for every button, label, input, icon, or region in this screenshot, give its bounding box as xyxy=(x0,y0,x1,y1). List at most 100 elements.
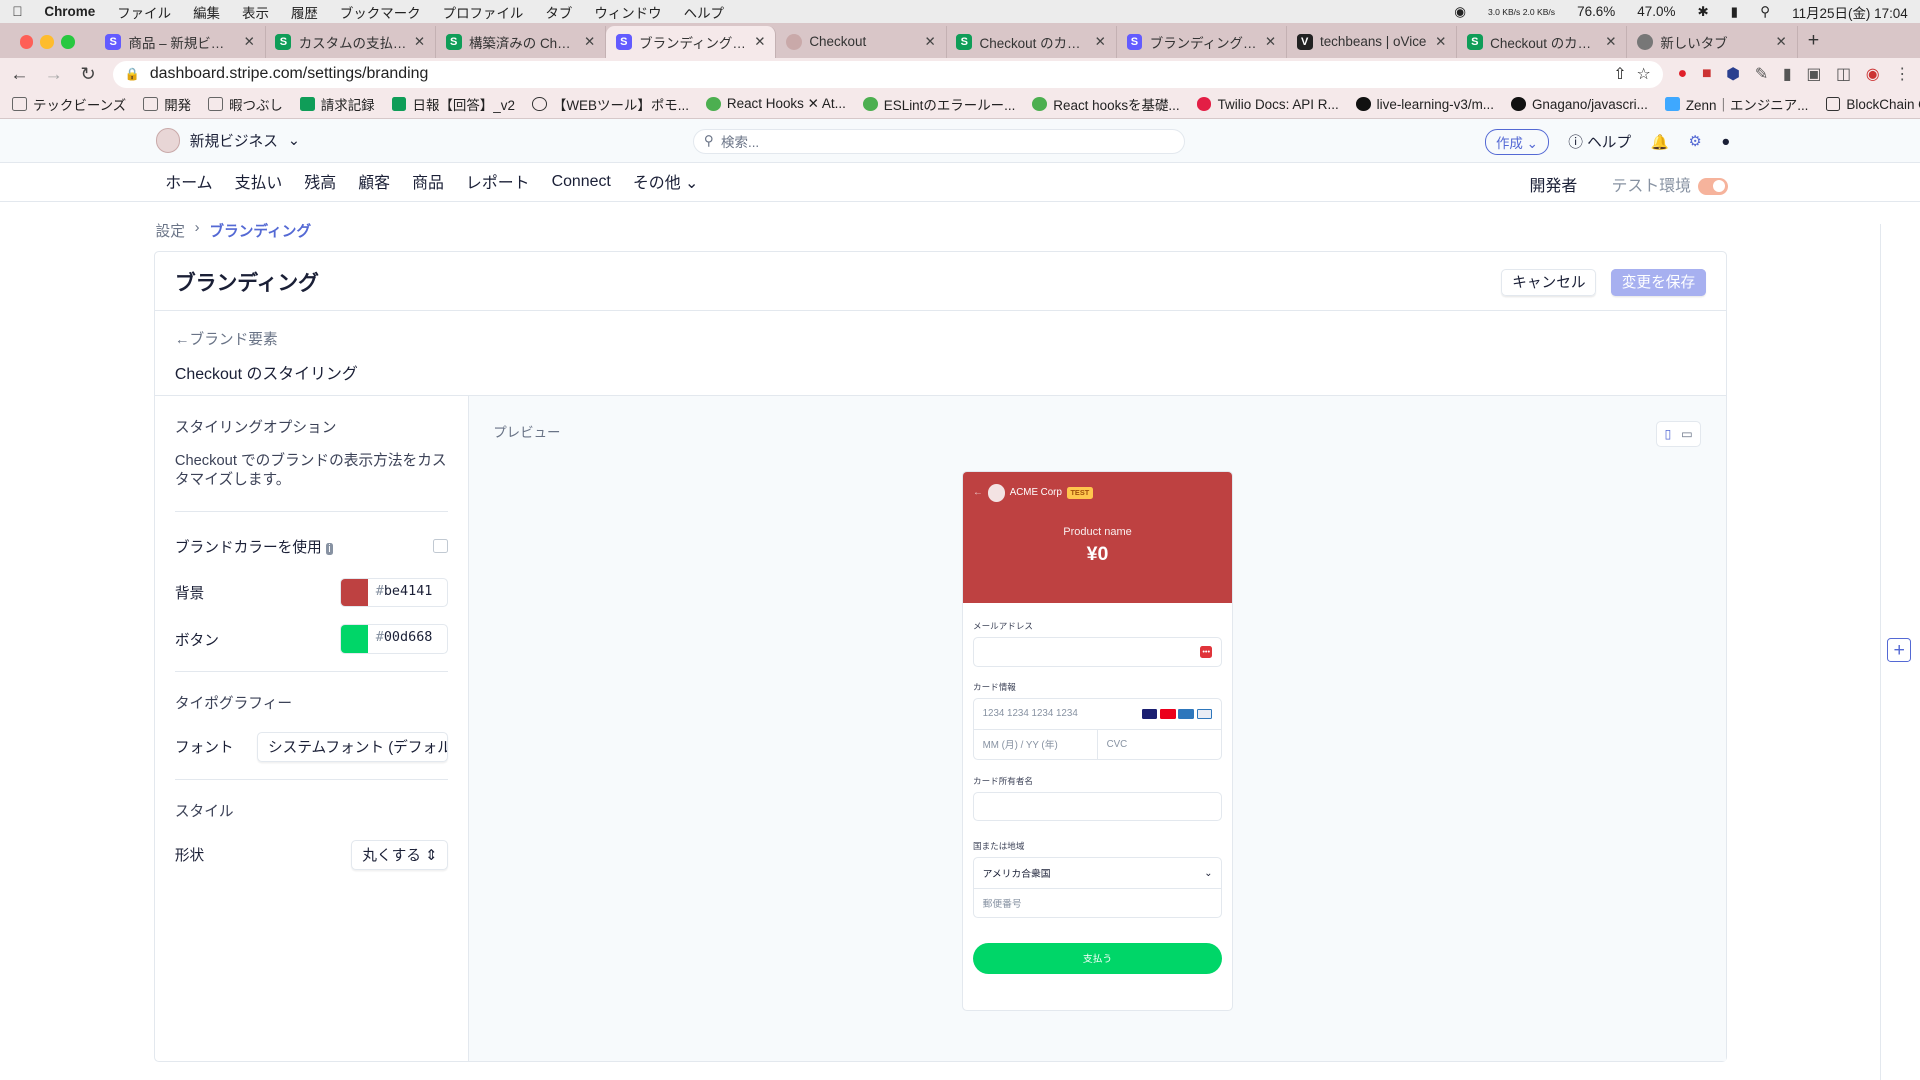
close-window-button[interactable] xyxy=(19,35,34,49)
background-color-input[interactable]: #be4141 xyxy=(340,577,449,608)
shape-select[interactable]: 丸くする ⇕ xyxy=(351,839,449,870)
background-hex[interactable]: #be4141 xyxy=(368,579,433,606)
sidepanel-icon[interactable]: ◫ xyxy=(1836,64,1851,84)
user-icon[interactable]: ● xyxy=(1721,134,1730,150)
menu-window[interactable]: ウィンドウ xyxy=(594,2,661,22)
bookmark[interactable]: live-learning-v3/m... xyxy=(1355,97,1494,112)
nav-payments[interactable]: 支払い xyxy=(235,170,283,193)
bookmark-folder[interactable]: テックビーンズ xyxy=(12,94,126,114)
menu-edit[interactable]: 編集 xyxy=(193,2,220,22)
menu-history[interactable]: 履歴 xyxy=(291,2,318,22)
battery-icon[interactable]: ▮ xyxy=(1731,4,1738,20)
menu-profile[interactable]: プロファイル xyxy=(443,2,524,22)
browser-tab[interactable]: S 構築済みの Checkout ✕ xyxy=(436,25,607,58)
back-link[interactable]: ←ブランド要素 xyxy=(175,328,1706,349)
nav-home[interactable]: ホーム xyxy=(165,170,212,193)
browser-tab[interactable]: 新しいタブ ✕ xyxy=(1627,25,1798,58)
nav-products[interactable]: 商品 xyxy=(412,170,444,193)
browser-tab[interactable]: Vtechbeans | oVice ✕ xyxy=(1287,25,1458,58)
lock-icon[interactable]: 🔒 xyxy=(125,67,140,81)
menu-help[interactable]: ヘルプ xyxy=(684,2,724,22)
browser-tab[interactable]: Checkout ✕ xyxy=(776,25,947,58)
background-swatch[interactable] xyxy=(341,578,369,607)
minimize-window-button[interactable] xyxy=(40,35,54,49)
nav-reports[interactable]: レポート xyxy=(466,170,530,193)
button-swatch[interactable] xyxy=(341,625,369,653)
browser-tab[interactable]: S カスタムの支払いフロー ✕ xyxy=(266,25,436,58)
button-hex[interactable]: #00d668 xyxy=(368,625,433,652)
bookmark[interactable]: ESLintのエラールー... xyxy=(862,94,1015,114)
menu-bookmarks[interactable]: ブックマーク xyxy=(340,2,421,22)
new-tab-button[interactable]: + xyxy=(1798,29,1830,52)
browser-tab[interactable]: S Checkout のカスタム ✕ xyxy=(947,25,1117,58)
bell-icon[interactable]: 🔔 xyxy=(1651,133,1669,151)
nav-balances[interactable]: 残高 xyxy=(304,170,336,193)
extension-icon[interactable]: ▮ xyxy=(1783,64,1792,84)
bookmark-star-icon[interactable]: ☆ xyxy=(1636,64,1650,84)
close-tab-icon[interactable]: ✕ xyxy=(244,34,255,50)
extension-icon[interactable]: ■ xyxy=(1702,65,1712,83)
browser-tab-active[interactable]: S ブランディング – 新規 ✕ xyxy=(606,25,777,58)
bookmark[interactable]: BlockChain Online... xyxy=(1825,97,1920,112)
bookmark[interactable]: React hooksを基礎... xyxy=(1032,94,1180,114)
close-tab-icon[interactable]: ✕ xyxy=(1095,34,1106,50)
reload-icon[interactable]: ↻ xyxy=(78,63,98,85)
breadcrumb-settings[interactable]: 設定 xyxy=(156,220,185,241)
zoom-window-button[interactable] xyxy=(61,35,75,49)
wifi-icon[interactable]: ◉ xyxy=(1454,4,1466,20)
bookmark[interactable]: 請求記録 xyxy=(300,94,375,114)
close-tab-icon[interactable]: ✕ xyxy=(1605,34,1616,50)
font-select[interactable]: システムフォント (デフォルト) xyxy=(257,731,449,763)
mobile-icon[interactable]: ▯ xyxy=(1665,427,1672,441)
close-tab-icon[interactable]: ✕ xyxy=(414,34,425,50)
menu-file[interactable]: ファイル xyxy=(117,2,171,22)
kebab-menu-icon[interactable]: ⋮ xyxy=(1894,64,1910,84)
back-arrow-icon[interactable]: ← xyxy=(10,63,30,85)
extension-icon[interactable]: ✎ xyxy=(1755,64,1768,84)
button-color-input[interactable]: #00d668 xyxy=(340,624,449,654)
toggle-switch[interactable] xyxy=(1698,177,1728,195)
apple-icon[interactable]:  xyxy=(12,4,22,19)
app-menu[interactable]: Chrome xyxy=(44,4,95,19)
browser-tab[interactable]: S ブランディング – 新規 ✕ xyxy=(1117,25,1287,58)
test-mode-toggle[interactable]: テスト環境 xyxy=(1612,173,1728,196)
gear-icon[interactable]: ⚙ xyxy=(1689,133,1702,150)
nav-connect[interactable]: Connect xyxy=(552,173,611,191)
browser-tab[interactable]: S 商品 – 新規ビジネス ✕ xyxy=(96,25,266,58)
close-tab-icon[interactable]: ✕ xyxy=(1435,34,1446,50)
developers-link[interactable]: 開発者 xyxy=(1530,173,1578,196)
nav-customers[interactable]: 顧客 xyxy=(358,170,390,193)
account-switcher[interactable]: 新規ビジネス ⌄ xyxy=(155,128,300,153)
bookmark-folder[interactable]: 暇つぶし xyxy=(208,94,283,114)
clock[interactable]: 11月25日(金) 17:04 xyxy=(1792,2,1908,22)
close-tab-icon[interactable]: ✕ xyxy=(924,34,935,50)
share-icon[interactable]: ⇧ xyxy=(1613,64,1626,84)
nav-more[interactable]: その他 ⌄ xyxy=(633,170,698,193)
help-button[interactable]: ⓘ ヘルプ xyxy=(1568,131,1631,152)
bookmark[interactable]: Gnagano/javascri... xyxy=(1511,97,1648,112)
brand-color-checkbox[interactable] xyxy=(433,538,449,554)
menu-tab[interactable]: タブ xyxy=(545,2,572,22)
desktop-icon[interactable]: ▭ xyxy=(1681,427,1693,441)
close-tab-icon[interactable]: ✕ xyxy=(1775,34,1786,50)
forward-arrow-icon[interactable]: → xyxy=(44,63,64,85)
search-icon[interactable]: ⚲ xyxy=(1760,4,1770,20)
info-icon[interactable]: i xyxy=(325,542,334,555)
address-bar[interactable]: 🔒 dashboard.stripe.com/settings/branding… xyxy=(112,60,1663,88)
bookmark[interactable]: React Hooks ✕ At... xyxy=(706,96,846,112)
bluetooth-icon[interactable]: ✱ xyxy=(1697,4,1708,20)
close-tab-icon[interactable]: ✕ xyxy=(754,34,765,50)
profile-avatar-icon[interactable]: ◉ xyxy=(1866,64,1880,84)
add-panel-button[interactable]: + xyxy=(1886,637,1912,663)
close-tab-icon[interactable]: ✕ xyxy=(584,34,595,50)
breadcrumb-current[interactable]: ブランディング xyxy=(209,220,311,241)
cancel-button[interactable]: キャンセル xyxy=(1501,268,1597,297)
search-input[interactable]: ⚲ 検索... xyxy=(693,128,1186,155)
bookmark[interactable]: 日報【回答】_v2 xyxy=(391,94,515,114)
menu-view[interactable]: 表示 xyxy=(242,2,269,22)
bookmark[interactable]: Zenn｜エンジニア... xyxy=(1665,94,1808,114)
close-tab-icon[interactable]: ✕ xyxy=(1265,34,1276,50)
bookmark[interactable]: 【WEBツール】ポモ... xyxy=(532,94,689,114)
puzzle-icon[interactable]: ▣ xyxy=(1806,64,1821,84)
bookmark[interactable]: Twilio Docs: API R... xyxy=(1196,97,1339,112)
